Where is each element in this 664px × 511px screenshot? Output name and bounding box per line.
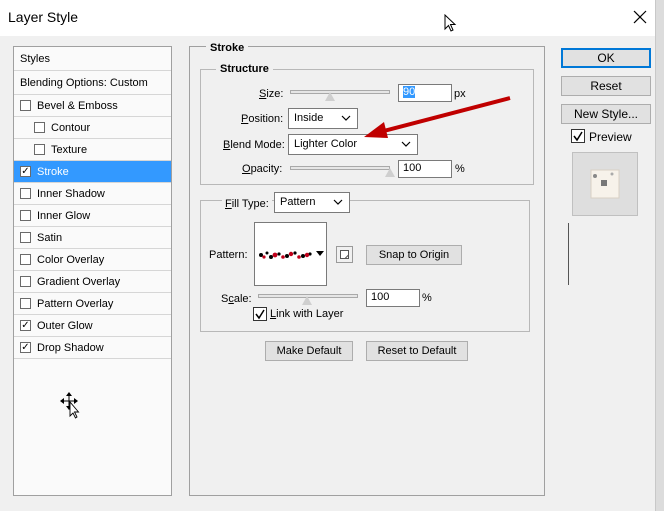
stroke-section-title: Stroke [206,42,249,54]
opacity-slider-track[interactable] [290,166,390,170]
structure-title: Structure [216,63,273,75]
dialog-title: Layer Style [8,9,79,25]
pointer-cursor-icon [444,14,457,32]
window-edge [655,0,664,511]
reset-to-default-button[interactable]: Reset to Default [366,341,468,361]
style-item-label: Inner Glow [37,209,91,222]
pattern-swatch-icon [259,251,312,259]
style-checkbox[interactable] [20,232,31,243]
blend-mode-label: Blend Mode: [223,139,285,151]
style-item-color-overlay[interactable]: Color Overlay [14,249,171,271]
chevron-down-icon [333,199,343,205]
style-item-gradient-overlay[interactable]: Gradient Overlay [14,271,171,293]
opacity-label: Opacity: [242,163,283,175]
fill-type-select[interactable]: Pattern [274,192,350,213]
move-cursor-icon [60,392,80,419]
style-checkbox[interactable] [34,144,45,155]
pattern-divider [568,223,569,285]
style-item-outer-glow[interactable]: Outer Glow [14,315,171,337]
link-with-layer-checkbox[interactable] [253,307,267,321]
new-preset-button[interactable] [336,246,353,263]
style-item-inner-glow[interactable]: Inner Glow [14,205,171,227]
new-style-button[interactable]: New Style... [561,104,651,124]
size-label: Size: [259,88,284,100]
preview-checkbox[interactable] [571,129,585,143]
style-checkbox[interactable] [20,100,31,111]
fill-type-label: Fill Type: [222,198,272,210]
style-item-label: Color Overlay [37,253,105,266]
scale-slider-thumb[interactable] [301,296,313,306]
opacity-slider-thumb[interactable] [384,168,396,178]
style-checkbox[interactable] [20,276,31,287]
style-item-texture[interactable]: Texture [14,139,171,161]
style-item-drop-shadow[interactable]: Drop Shadow [14,337,171,359]
style-checkbox[interactable] [20,254,31,265]
checkmark-icon [255,309,265,320]
pattern-dropdown-icon[interactable] [316,251,324,257]
close-button[interactable] [620,4,660,30]
annotation-arrow-icon [364,96,511,138]
style-item-label: Pattern Overlay [37,297,114,310]
reset-button[interactable]: Reset [561,76,651,96]
style-checkbox[interactable] [20,342,31,353]
snap-to-origin-button[interactable]: Snap to Origin [366,245,462,265]
size-slider-thumb[interactable] [324,92,336,102]
styles-header[interactable]: Styles [14,47,171,71]
style-item-label: Gradient Overlay [37,275,121,288]
style-item-pattern-overlay[interactable]: Pattern Overlay [14,293,171,315]
style-item-label: Satin [37,231,63,244]
style-checkbox[interactable] [20,188,31,199]
blending-options-item[interactable]: Blending Options: Custom [14,71,171,95]
style-preview [572,152,638,216]
style-item-label: Bevel & Emboss [37,99,118,112]
style-item-inner-shadow[interactable]: Inner Shadow [14,183,171,205]
position-select[interactable]: Inside [288,108,358,129]
style-checkbox[interactable] [20,320,31,331]
layer-style-dialog: Layer Style Styles Blending Options: Cus… [0,0,664,511]
chevron-down-icon [341,115,351,121]
style-item-label: Outer Glow [37,319,93,332]
style-item-satin[interactable]: Satin [14,227,171,249]
title-bar: Layer Style [0,0,664,36]
close-icon [633,10,647,24]
styles-list: Styles Blending Options: Custom Bevel & … [13,46,172,496]
style-item-label: Texture [51,143,88,156]
fill-group [200,200,530,332]
checkmark-icon [573,131,583,142]
style-checkbox[interactable] [20,210,31,221]
preview-thumbnail-icon [590,169,620,199]
style-item-stroke[interactable]: Stroke [14,161,171,183]
new-preset-icon [340,250,349,259]
style-item-bevel-emboss[interactable]: Bevel & Emboss [14,95,171,117]
pattern-label: Pattern: [209,249,248,261]
scale-input[interactable]: 100 [366,289,420,307]
style-item-label: Inner Shadow [37,187,105,200]
scale-label: Scale: [221,293,252,305]
style-checkbox[interactable] [20,298,31,309]
style-item-label: Stroke [37,165,69,178]
style-item-contour[interactable]: Contour [14,117,171,139]
style-checkbox[interactable] [20,166,31,177]
ok-button[interactable]: OK [561,48,651,68]
style-checkbox[interactable] [34,122,45,133]
scale-unit: % [422,292,432,304]
preview-label: Preview [589,130,632,144]
opacity-unit: % [455,163,465,175]
pattern-picker[interactable] [254,222,569,286]
style-item-label: Drop Shadow [37,341,104,354]
style-item-label: Contour [51,121,91,134]
position-label: Position: [241,113,284,125]
opacity-input[interactable]: 100 [398,160,452,178]
link-with-layer-label: Link with Layer [270,308,344,320]
make-default-button[interactable]: Make Default [265,341,353,361]
